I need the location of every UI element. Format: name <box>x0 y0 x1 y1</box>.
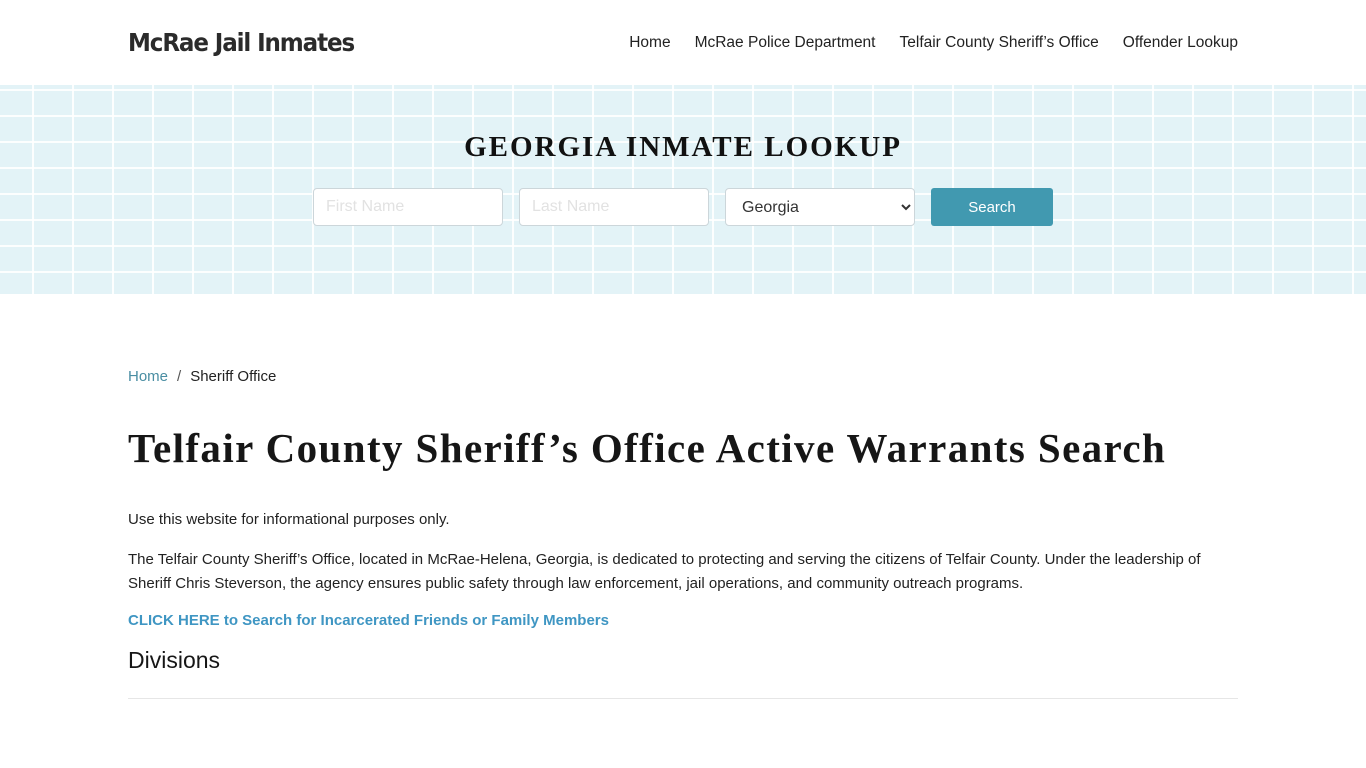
page-title: Telfair County Sheriff’s Office Active W… <box>128 425 1167 471</box>
breadcrumb: Home / Sheriff Office <box>128 368 1238 385</box>
main-nav: Home McRae Police Department Telfair Cou… <box>629 34 1238 52</box>
disclaimer-text: Use this website for informational purpo… <box>128 511 450 528</box>
main-content: Home / Sheriff Office Telfair County She… <box>0 294 1366 699</box>
first-name-input[interactable] <box>313 188 503 226</box>
intro-paragraph: The Telfair County Sheriff’s Office, loc… <box>128 551 1201 592</box>
inmate-lookup-banner: GEORGIA INMATE LOOKUP Georgia Search <box>0 85 1366 294</box>
nav-mcrae-police-department[interactable]: McRae Police Department <box>695 34 876 52</box>
nav-telfair-sheriff-office[interactable]: Telfair County Sheriff’s Office <box>900 34 1099 52</box>
inmate-search-form: Georgia Search <box>0 188 1366 226</box>
state-select[interactable]: Georgia <box>725 188 915 226</box>
breadcrumb-separator: / <box>177 368 182 385</box>
nav-offender-lookup[interactable]: Offender Lookup <box>1123 34 1238 52</box>
banner-title: GEORGIA INMATE LOOKUP <box>464 131 902 163</box>
section-divider <box>128 698 1238 699</box>
last-name-input[interactable] <box>519 188 709 226</box>
nav-home[interactable]: Home <box>629 34 670 52</box>
search-button[interactable]: Search <box>931 188 1053 226</box>
breadcrumb-current: Sheriff Office <box>190 368 277 385</box>
search-incarcerated-link[interactable]: CLICK HERE to Search for Incarcerated Fr… <box>128 612 1238 629</box>
divisions-heading: Divisions <box>128 647 221 673</box>
site-header: McRae Jail Inmates Home McRae Police Dep… <box>0 0 1366 85</box>
breadcrumb-home[interactable]: Home <box>128 368 168 385</box>
site-logo[interactable]: McRae Jail Inmates <box>128 28 355 57</box>
